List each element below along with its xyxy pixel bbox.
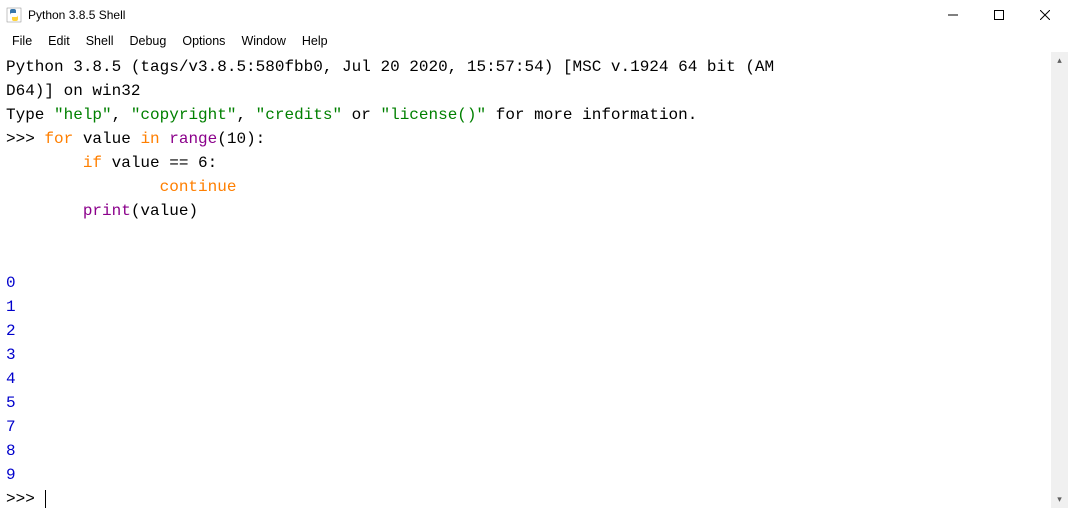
shell-text-area[interactable]: Python 3.8.5 (tags/v3.8.5:580fbb0, Jul 2… — [0, 52, 1051, 508]
minimize-button[interactable] — [930, 0, 976, 30]
menu-edit[interactable]: Edit — [40, 32, 78, 50]
menu-window[interactable]: Window — [233, 32, 293, 50]
python-idle-icon — [6, 7, 22, 23]
menu-shell[interactable]: Shell — [78, 32, 122, 50]
keyword-if: if — [83, 154, 102, 172]
menubar: File Edit Shell Debug Options Window Hel… — [0, 30, 1068, 52]
keyword-in: in — [140, 130, 159, 148]
text-cursor — [45, 490, 46, 508]
banner-line: Type "help", "copyright", "credits" or "… — [6, 106, 697, 124]
keyword-continue: continue — [160, 178, 237, 196]
window-title: Python 3.8.5 Shell — [28, 8, 125, 22]
maximize-button[interactable] — [976, 0, 1022, 30]
keyword-for: for — [44, 130, 73, 148]
menu-debug[interactable]: Debug — [122, 32, 175, 50]
scroll-down-icon[interactable]: ▾ — [1051, 491, 1068, 508]
output-line: 3 — [6, 346, 16, 364]
scroll-up-icon[interactable]: ▴ — [1051, 52, 1068, 69]
output-line: 1 — [6, 298, 16, 316]
builtin-print: print — [83, 202, 131, 220]
output-line: 5 — [6, 394, 16, 412]
vertical-scrollbar[interactable]: ▴ ▾ — [1051, 52, 1068, 508]
output-line: 9 — [6, 466, 16, 484]
output-line: 4 — [6, 370, 16, 388]
blank-line — [6, 250, 16, 268]
output-line: 7 — [6, 418, 16, 436]
close-button[interactable] — [1022, 0, 1068, 30]
prompt: >>> — [6, 130, 44, 148]
output-line: 2 — [6, 322, 16, 340]
banner-line: D64)] on win32 — [6, 82, 140, 100]
menu-file[interactable]: File — [4, 32, 40, 50]
builtin-range: range — [169, 130, 217, 148]
output-line: 0 — [6, 274, 16, 292]
menu-options[interactable]: Options — [174, 32, 233, 50]
prompt: >>> — [6, 490, 44, 508]
output-line: 8 — [6, 442, 16, 460]
menu-help[interactable]: Help — [294, 32, 336, 50]
titlebar: Python 3.8.5 Shell — [0, 0, 1068, 30]
banner-line: Python 3.8.5 (tags/v3.8.5:580fbb0, Jul 2… — [6, 58, 774, 76]
